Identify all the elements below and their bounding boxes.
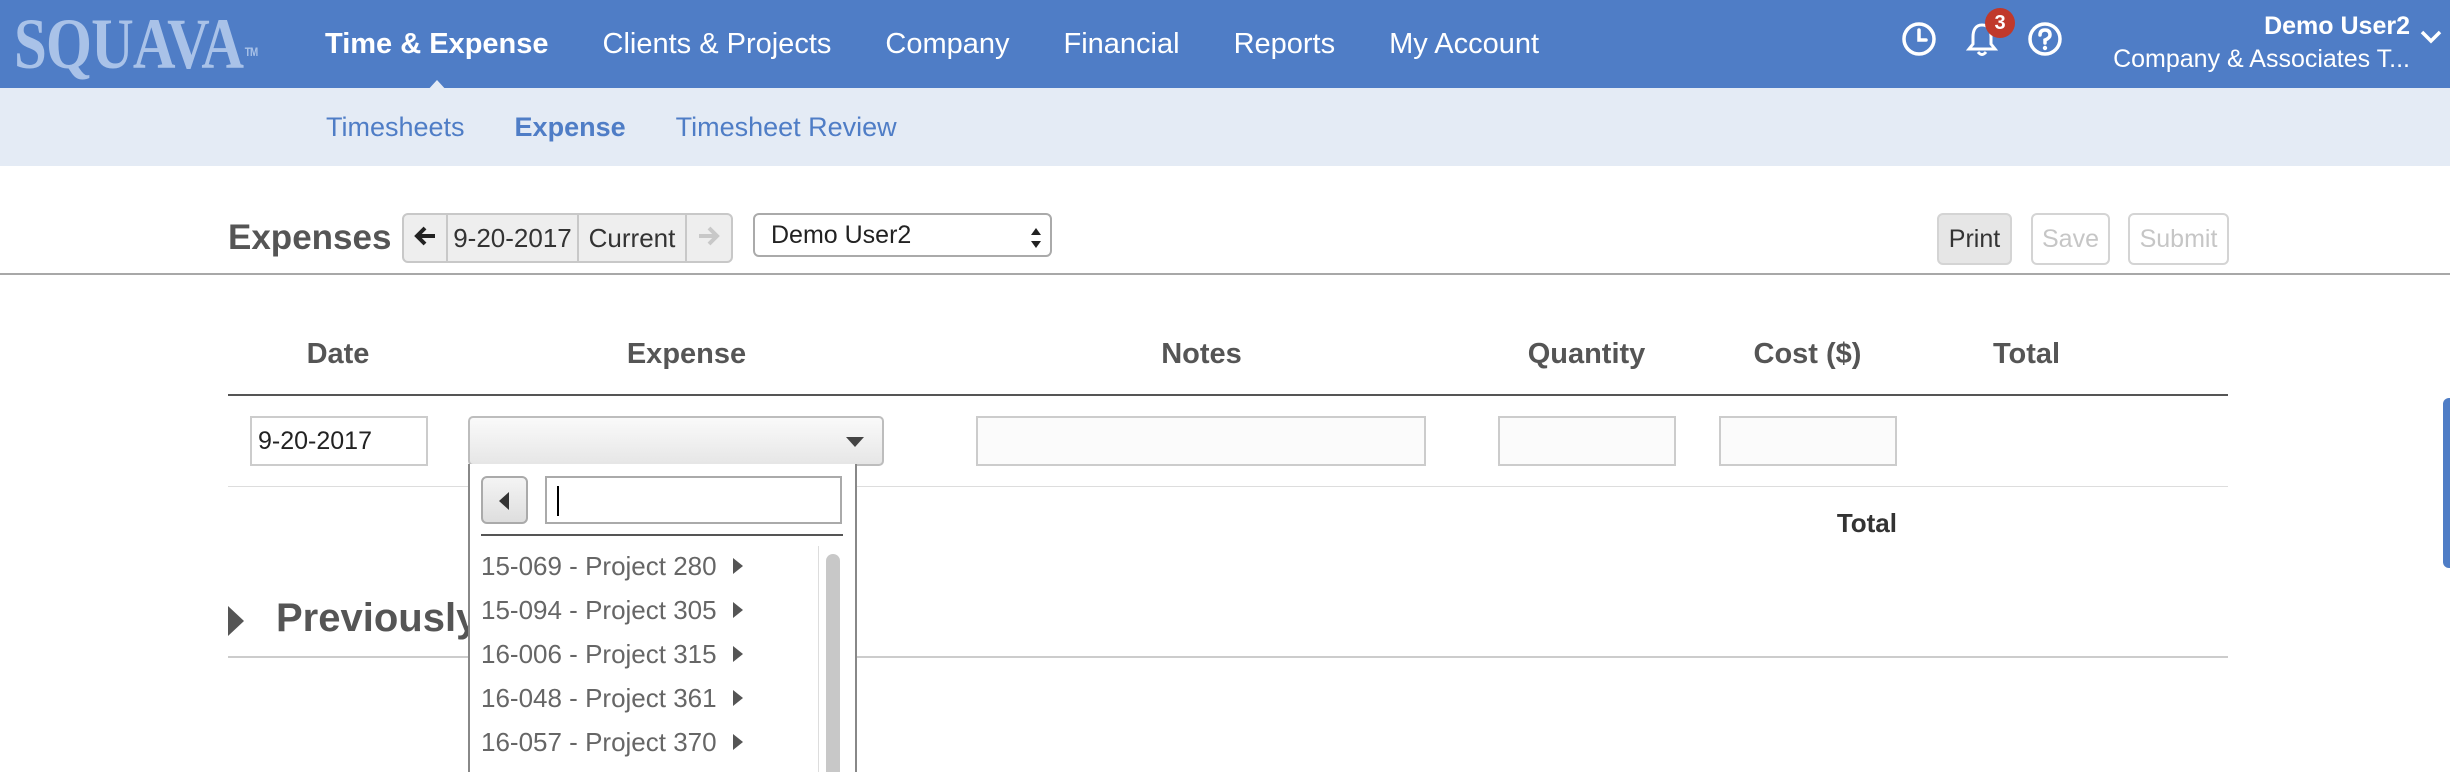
- dropdown-scroll-track: [818, 546, 819, 772]
- logo-text: SQUAVA: [14, 4, 244, 84]
- column-header-quantity: Quantity: [1527, 338, 1646, 370]
- nav-clients-projects[interactable]: Clients & Projects: [603, 28, 832, 61]
- expense-dropdown: 15-069 - Project 280 15-094 - Project 30…: [468, 464, 857, 772]
- previously-section-title[interactable]: Previously: [276, 596, 478, 641]
- nav-reports[interactable]: Reports: [1234, 28, 1336, 61]
- previous-date-button[interactable]: [404, 215, 448, 261]
- side-panel-tab[interactable]: [2443, 398, 2450, 568]
- column-header-total: Total: [1992, 338, 2061, 370]
- caret-right-icon: [732, 646, 743, 662]
- print-button[interactable]: Print: [1937, 213, 2012, 265]
- date-input[interactable]: 9-20-2017: [250, 416, 428, 466]
- dropdown-search-input[interactable]: [545, 476, 842, 524]
- column-header-cost: Cost ($): [1753, 338, 1862, 370]
- subnav-timesheets[interactable]: Timesheets: [326, 112, 465, 143]
- clock-icon[interactable]: [1900, 20, 1938, 58]
- column-header-expense: Expense: [626, 338, 747, 370]
- dropdown-item-label: 15-094 - Project 305: [481, 594, 717, 625]
- dropdown-scrollbar[interactable]: [826, 554, 840, 772]
- text-cursor: [557, 486, 559, 516]
- current-button[interactable]: Current: [579, 215, 687, 261]
- user-name: Demo User2: [2264, 12, 2410, 40]
- notification-badge: 3: [1985, 8, 2015, 38]
- caret-right-icon[interactable]: [228, 606, 244, 636]
- caret-right-icon: [732, 602, 743, 618]
- table-header-divider: [228, 394, 2228, 396]
- dropdown-item-label: 15-069 - Project 280: [481, 550, 717, 581]
- subnav-timesheet-review[interactable]: Timesheet Review: [676, 112, 897, 143]
- arrow-right-icon: [697, 223, 721, 254]
- user-company: Company & Associates T...: [2113, 45, 2410, 73]
- dropdown-list: 15-069 - Project 280 15-094 - Project 30…: [481, 544, 821, 764]
- user-menu[interactable]: Demo User2 Company & Associates T...: [2113, 10, 2410, 76]
- column-header-notes: Notes: [1161, 338, 1242, 370]
- next-date-button[interactable]: [687, 215, 731, 261]
- caret-right-icon: [732, 734, 743, 750]
- nav-company[interactable]: Company: [885, 28, 1009, 61]
- cost-input[interactable]: [1719, 416, 1897, 466]
- dropdown-item[interactable]: 15-069 - Project 280: [481, 544, 821, 588]
- toolbar-divider: [0, 273, 2450, 275]
- dropdown-divider: [481, 534, 843, 536]
- dropdown-item[interactable]: 16-048 - Project 361: [481, 676, 821, 720]
- nav-time-expense[interactable]: Time & Expense: [325, 28, 549, 92]
- nav-my-account[interactable]: My Account: [1389, 28, 1539, 61]
- help-icon[interactable]: [2026, 20, 2064, 58]
- sub-nav: Timesheets Expense Timesheet Review: [326, 88, 947, 176]
- expense-select[interactable]: [468, 416, 884, 466]
- caret-left-icon: [499, 492, 509, 510]
- trademark: TM: [244, 45, 258, 59]
- total-label: Total: [1836, 508, 1897, 538]
- top-navigation-bar: SQUAVA TM Time & Expense Clients & Projec…: [0, 0, 2450, 92]
- nav-financial[interactable]: Financial: [1064, 28, 1180, 61]
- submit-button[interactable]: Submit: [2128, 213, 2229, 265]
- caret-right-icon: [732, 690, 743, 706]
- current-date-label[interactable]: 9-20-2017: [448, 215, 579, 261]
- top-icon-group: 3: [1900, 8, 2089, 58]
- dropdown-item-label: 16-057 - Project 370: [481, 726, 717, 757]
- date-navigator: 9-20-2017 Current: [402, 213, 733, 263]
- user-select[interactable]: Demo User2: [753, 213, 1052, 257]
- page-title: Expenses: [228, 218, 392, 257]
- dropdown-back-button[interactable]: [481, 476, 528, 524]
- notes-input[interactable]: [976, 416, 1426, 466]
- squava-logo[interactable]: SQUAVA TM: [14, 4, 258, 84]
- column-header-date: Date: [306, 338, 370, 370]
- dropdown-item[interactable]: 16-006 - Project 315: [481, 632, 821, 676]
- caret-down-icon: [846, 437, 864, 447]
- user-select-value: Demo User2: [771, 221, 912, 249]
- dropdown-item-label: 16-048 - Project 361: [481, 682, 717, 713]
- main-nav: Time & Expense Clients & Projects Compan…: [325, 0, 1593, 92]
- select-arrows-icon: [1030, 223, 1042, 249]
- quantity-input[interactable]: [1498, 416, 1676, 466]
- chevron-down-icon[interactable]: [2420, 30, 2442, 49]
- bell-icon[interactable]: 3: [1963, 8, 2015, 58]
- caret-right-icon: [732, 558, 743, 574]
- save-button[interactable]: Save: [2031, 213, 2110, 265]
- subnav-expense[interactable]: Expense: [515, 112, 626, 176]
- dropdown-item[interactable]: 15-094 - Project 305: [481, 588, 821, 632]
- arrow-left-icon: [413, 223, 437, 254]
- dropdown-item-label: 16-006 - Project 315: [481, 638, 717, 669]
- dropdown-item[interactable]: 16-057 - Project 370: [481, 720, 821, 764]
- sub-navigation-bar: Timesheets Expense Timesheet Review: [0, 88, 2450, 176]
